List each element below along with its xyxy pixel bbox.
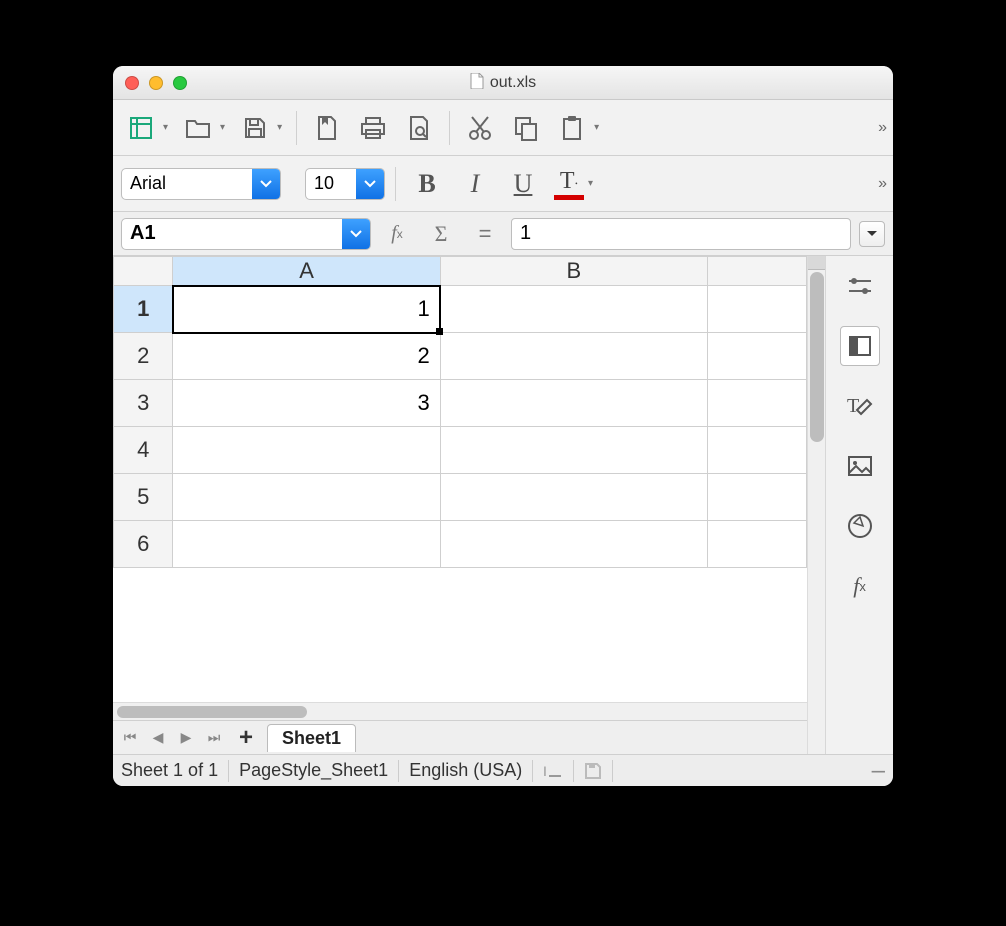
font-name-dropdown[interactable] — [252, 169, 280, 199]
name-box[interactable] — [121, 218, 371, 250]
cell-c5[interactable] — [707, 474, 806, 521]
row-header-3[interactable]: 3 — [114, 380, 173, 427]
standard-toolbar: ▾ ▾ ▾ ▾ » — [113, 100, 893, 156]
horizontal-scrollbar[interactable] — [113, 702, 807, 720]
cell-b3[interactable] — [440, 380, 707, 427]
split-handle[interactable] — [808, 256, 826, 270]
row-header-1[interactable]: 1 — [114, 286, 173, 333]
font-name-combo[interactable] — [121, 168, 281, 200]
formatting-overflow-button[interactable]: » — [878, 175, 885, 193]
underline-button[interactable]: U — [502, 164, 544, 204]
sheet-tabs-row: ⏮ ◀ ▶ ⏭ + Sheet1 — [113, 720, 807, 754]
cell-c6[interactable] — [707, 521, 806, 568]
name-box-dropdown[interactable] — [342, 219, 370, 249]
gallery-panel-icon[interactable] — [840, 446, 880, 486]
cell-a3[interactable]: 3 — [173, 380, 440, 427]
column-header-c[interactable] — [707, 257, 806, 286]
cell-a4[interactable] — [173, 427, 440, 474]
cell-a5[interactable] — [173, 474, 440, 521]
titlebar: out.xls — [113, 66, 893, 100]
app-window: out.xls ▾ ▾ ▾ — [113, 66, 893, 786]
formula-bar-expand-button[interactable] — [859, 221, 885, 247]
column-header-a[interactable]: A — [173, 257, 440, 286]
prev-sheet-button[interactable]: ◀ — [147, 727, 169, 749]
properties-panel-icon[interactable] — [840, 326, 880, 366]
cell-c3[interactable] — [707, 380, 806, 427]
main-area: A B 1 1 2 2 — [113, 256, 893, 754]
sum-button[interactable]: Σ — [423, 216, 459, 252]
row-header-6[interactable]: 6 — [114, 521, 173, 568]
status-bar: Sheet 1 of 1 PageStyle_Sheet1 English (U… — [113, 754, 893, 786]
cell-a6[interactable] — [173, 521, 440, 568]
cell-reference-input[interactable] — [122, 219, 342, 249]
insert-mode-icon[interactable]: I — [543, 762, 563, 780]
save-button[interactable] — [235, 108, 275, 148]
last-sheet-button[interactable]: ⏭ — [203, 727, 225, 749]
font-color-icon: T∙ — [560, 168, 578, 195]
spreadsheet-area: A B 1 1 2 2 — [113, 256, 807, 754]
cell-b4[interactable] — [440, 427, 707, 474]
cell-a2[interactable]: 2 — [173, 333, 440, 380]
status-language[interactable]: English (USA) — [409, 760, 522, 781]
save-dropdown[interactable]: ▾ — [277, 122, 282, 133]
font-size-combo[interactable] — [305, 168, 385, 200]
cell-c4[interactable] — [707, 427, 806, 474]
row-header-5[interactable]: 5 — [114, 474, 173, 521]
font-size-input[interactable] — [306, 169, 356, 199]
function-wizard-button[interactable]: fx — [379, 216, 415, 252]
open-dropdown[interactable]: ▾ — [220, 122, 225, 133]
grid[interactable]: A B 1 1 2 2 — [113, 256, 807, 702]
sheet-tab[interactable]: Sheet1 — [267, 724, 356, 752]
status-page-style[interactable]: PageStyle_Sheet1 — [239, 760, 388, 781]
new-document-dropdown[interactable]: ▾ — [163, 122, 168, 133]
open-button[interactable] — [178, 108, 218, 148]
row-header-4[interactable]: 4 — [114, 427, 173, 474]
paste-dropdown[interactable]: ▾ — [594, 122, 599, 133]
export-pdf-button[interactable] — [307, 108, 347, 148]
cell-b5[interactable] — [440, 474, 707, 521]
first-sheet-button[interactable]: ⏮ — [119, 727, 141, 749]
italic-button[interactable]: I — [454, 164, 496, 204]
equals-button[interactable]: = — [467, 216, 503, 252]
bold-button[interactable]: B — [406, 164, 448, 204]
status-sheet-count: Sheet 1 of 1 — [121, 760, 218, 781]
toolbar-overflow-button[interactable]: » — [878, 119, 885, 137]
cut-button[interactable] — [460, 108, 500, 148]
window-title: out.xls — [113, 73, 893, 92]
next-sheet-button[interactable]: ▶ — [175, 727, 197, 749]
svg-text:I: I — [543, 763, 547, 779]
column-header-b[interactable]: B — [440, 257, 707, 286]
row-header-2[interactable]: 2 — [114, 333, 173, 380]
save-status-icon[interactable] — [584, 762, 602, 780]
styles-panel-icon[interactable]: T — [840, 386, 880, 426]
formula-bar: fx Σ = — [113, 212, 893, 256]
paste-button[interactable] — [552, 108, 592, 148]
new-document-button[interactable] — [121, 108, 161, 148]
copy-button[interactable] — [506, 108, 546, 148]
document-icon — [470, 73, 484, 89]
print-button[interactable] — [353, 108, 393, 148]
cell-b2[interactable] — [440, 333, 707, 380]
zoom-out-button[interactable]: – — [872, 757, 885, 785]
font-size-dropdown[interactable] — [356, 169, 384, 199]
font-color-dropdown[interactable]: ▾ — [588, 178, 593, 189]
font-color-button[interactable]: T∙ ▾ — [550, 166, 597, 202]
vertical-scrollbar[interactable] — [807, 256, 825, 754]
cell-b6[interactable] — [440, 521, 707, 568]
formula-input[interactable] — [511, 218, 851, 250]
svg-text:T: T — [847, 395, 859, 417]
print-preview-button[interactable] — [399, 108, 439, 148]
cell-c1[interactable] — [707, 286, 806, 333]
sidebar: T fx — [825, 256, 893, 754]
functions-panel-icon[interactable]: fx — [840, 566, 880, 606]
select-all-corner[interactable] — [114, 257, 173, 286]
cell-a1[interactable]: 1 — [173, 286, 440, 333]
sidebar-settings-icon[interactable] — [840, 266, 880, 306]
cell-b1[interactable] — [440, 286, 707, 333]
add-sheet-button[interactable]: + — [231, 724, 261, 752]
cell-c2[interactable] — [707, 333, 806, 380]
font-name-input[interactable] — [122, 169, 252, 199]
navigator-panel-icon[interactable] — [840, 506, 880, 546]
formatting-toolbar: B I U T∙ ▾ » — [113, 156, 893, 212]
